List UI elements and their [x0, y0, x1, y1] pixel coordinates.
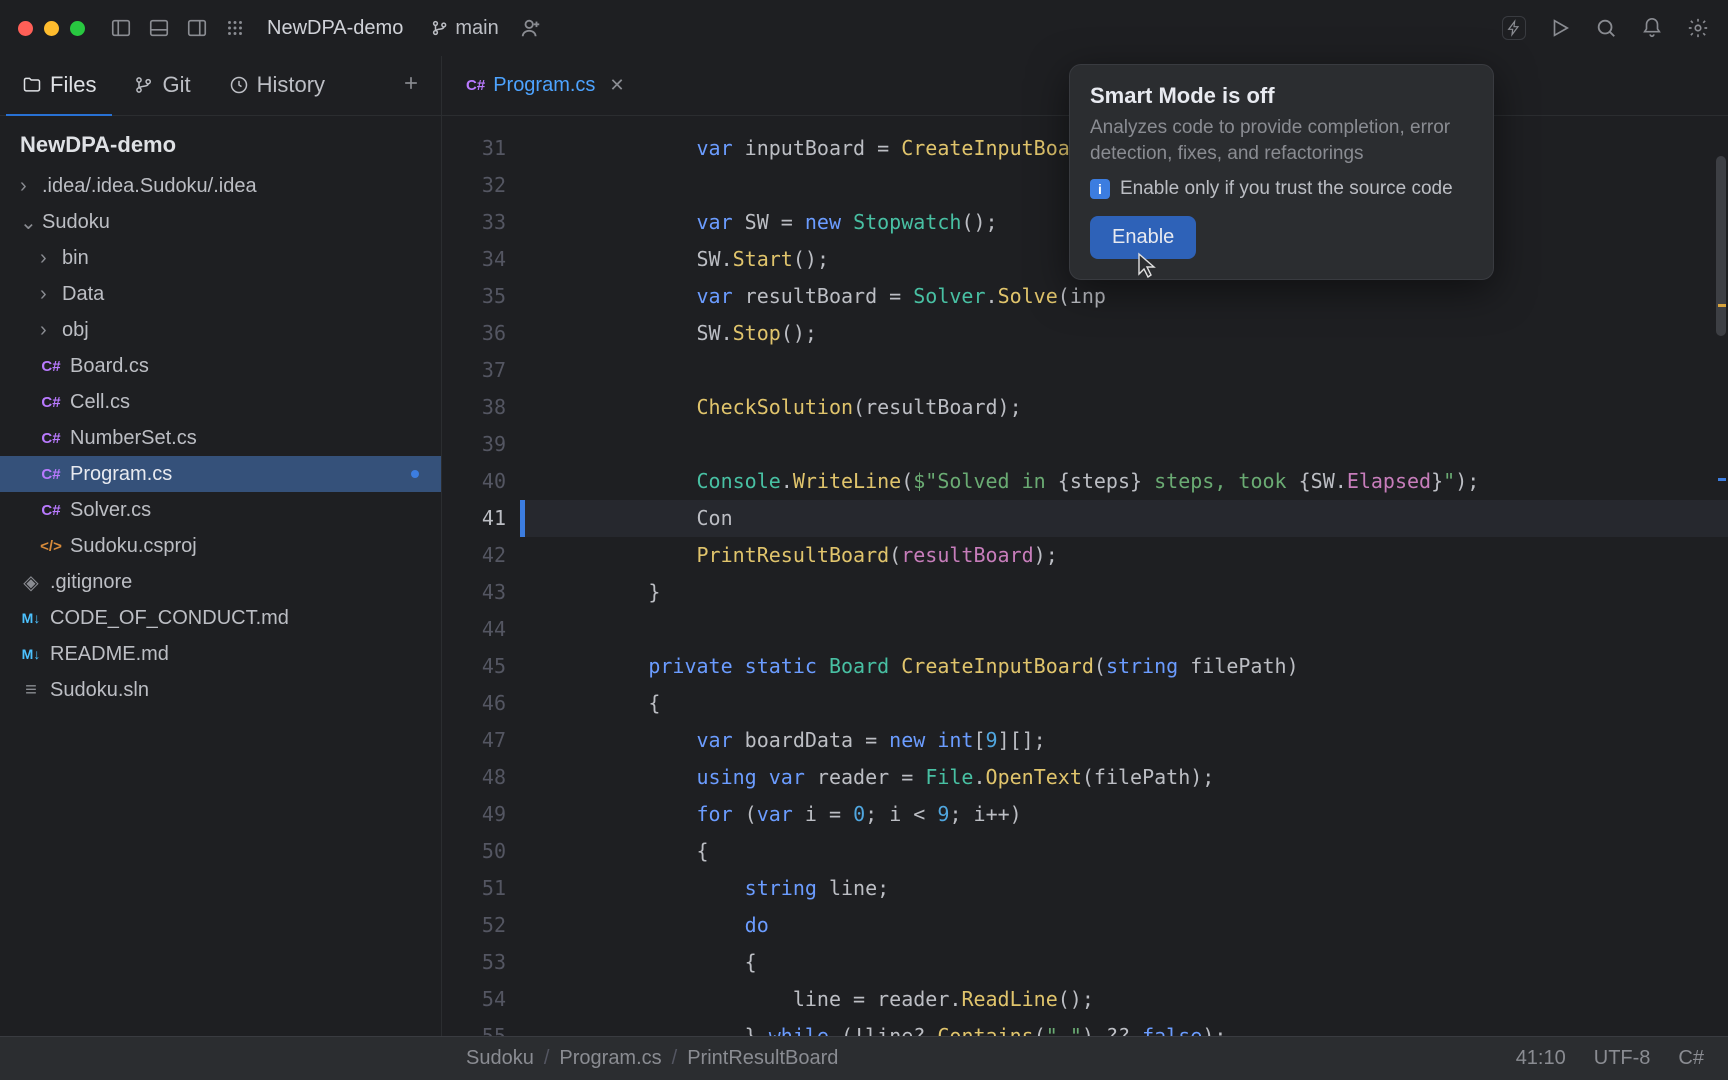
tree-file-board[interactable]: C#Board.cs [0, 348, 441, 384]
tab-history[interactable]: History [213, 56, 341, 116]
popup-info-text: Enable only if you trust the source code [1120, 178, 1453, 200]
csharp-icon: C# [40, 466, 62, 483]
editor-tab-filename: Program.cs [493, 74, 595, 97]
csproj-icon: </> [40, 538, 62, 555]
status-bar: Sudoku / Program.cs / PrintResultBoard 4… [0, 1036, 1728, 1080]
enable-button[interactable]: Enable [1090, 216, 1196, 259]
tree-file-csproj[interactable]: </>Sudoku.csproj [0, 528, 441, 564]
line-gutter: 3132333435363738394041424344454647484950… [442, 116, 520, 1036]
csharp-icon: C# [40, 394, 62, 411]
branch-name: main [455, 17, 498, 40]
gitignore-icon: ◈ [20, 570, 42, 595]
tab-git[interactable]: Git [118, 56, 206, 116]
breadcrumb[interactable]: Sudoku / Program.cs / PrintResultBoard [466, 1047, 838, 1070]
breadcrumb-separator: / [544, 1047, 550, 1070]
bolt-icon[interactable] [1502, 16, 1526, 40]
minimap[interactable] [1714, 0, 1728, 1036]
title-bar: NewDPA-demo main [0, 0, 1728, 56]
minimize-window-button[interactable] [44, 21, 59, 36]
tree-file-sln[interactable]: ≡Sudoku.sln [0, 672, 441, 708]
search-icon[interactable] [1594, 16, 1618, 40]
tree-file-numberset[interactable]: C#NumberSet.cs [0, 420, 441, 456]
add-collaborator-icon[interactable] [519, 16, 543, 40]
panel-bottom-icon[interactable] [147, 16, 171, 40]
smart-mode-popup: Smart Mode is off Analyzes code to provi… [1069, 64, 1494, 280]
bell-icon[interactable] [1640, 16, 1664, 40]
grid-icon[interactable] [223, 16, 247, 40]
status-right: 41:10 UTF-8 C# [1516, 1047, 1704, 1070]
markdown-icon: M↓ [20, 646, 42, 662]
tree-file-program[interactable]: C#Program.cs [0, 456, 441, 492]
breadcrumb-root: Sudoku [466, 1047, 534, 1070]
breadcrumb-symbol: PrintResultBoard [687, 1047, 838, 1070]
project-header: NewDPA-demo [0, 116, 441, 168]
minimap-change-marker [1718, 478, 1726, 481]
sidebar: Files Git History NewDPA-demo ›.idea/.id… [0, 56, 442, 1036]
tab-history-label: History [257, 72, 325, 98]
add-tab-button[interactable] [387, 73, 435, 98]
csharp-icon: C# [40, 502, 62, 519]
csharp-icon: C# [40, 358, 62, 375]
minimap-warning-marker [1718, 304, 1726, 307]
popup-description: Analyzes code to provide completion, err… [1090, 115, 1473, 166]
close-window-button[interactable] [18, 21, 33, 36]
file-tree: ›.idea/.idea.Sudoku/.idea ⌄Sudoku ›bin ›… [0, 168, 441, 708]
modified-dot-icon [411, 470, 419, 478]
markdown-icon: M↓ [20, 610, 42, 626]
language-mode[interactable]: C# [1678, 1047, 1704, 1070]
cursor-position[interactable]: 41:10 [1516, 1047, 1566, 1070]
popup-info-row: i Enable only if you trust the source co… [1090, 178, 1473, 200]
editor-tab-program[interactable]: C# Program.cs ✕ [452, 56, 639, 116]
gear-icon[interactable] [1686, 16, 1710, 40]
tree-file-readme[interactable]: M↓README.md [0, 636, 441, 672]
breadcrumb-separator: / [672, 1047, 678, 1070]
tab-files-label: Files [50, 72, 96, 98]
sln-icon: ≡ [20, 679, 42, 702]
tree-folder-bin[interactable]: ›bin [0, 240, 441, 276]
panel-right-icon[interactable] [185, 16, 209, 40]
popup-title: Smart Mode is off [1090, 83, 1473, 109]
breadcrumb-file: Program.cs [559, 1047, 661, 1070]
tree-file-codeofconduct[interactable]: M↓CODE_OF_CONDUCT.md [0, 600, 441, 636]
maximize-window-button[interactable] [70, 21, 85, 36]
csharp-icon: C# [40, 430, 62, 447]
tree-file-gitignore[interactable]: ◈.gitignore [0, 564, 441, 600]
tree-folder-obj[interactable]: ›obj [0, 312, 441, 348]
info-icon: i [1090, 179, 1110, 199]
csharp-icon: C# [466, 77, 485, 94]
close-tab-icon[interactable]: ✕ [609, 75, 624, 96]
tree-file-solver[interactable]: C#Solver.cs [0, 492, 441, 528]
git-branch[interactable]: main [431, 17, 498, 40]
tree-folder-idea[interactable]: ›.idea/.idea.Sudoku/.idea [0, 168, 441, 204]
tab-files[interactable]: Files [6, 56, 112, 116]
panel-left-icon[interactable] [109, 16, 133, 40]
window-controls [18, 21, 85, 36]
title-bar-right [1502, 16, 1710, 40]
run-icon[interactable] [1548, 16, 1572, 40]
tab-git-label: Git [162, 72, 190, 98]
file-encoding[interactable]: UTF-8 [1594, 1047, 1651, 1070]
project-name[interactable]: NewDPA-demo [267, 17, 403, 40]
tree-file-cell[interactable]: C#Cell.cs [0, 384, 441, 420]
sidebar-tabs: Files Git History [0, 56, 441, 116]
tree-folder-sudoku[interactable]: ⌄Sudoku [0, 204, 441, 240]
tree-folder-data[interactable]: ›Data [0, 276, 441, 312]
